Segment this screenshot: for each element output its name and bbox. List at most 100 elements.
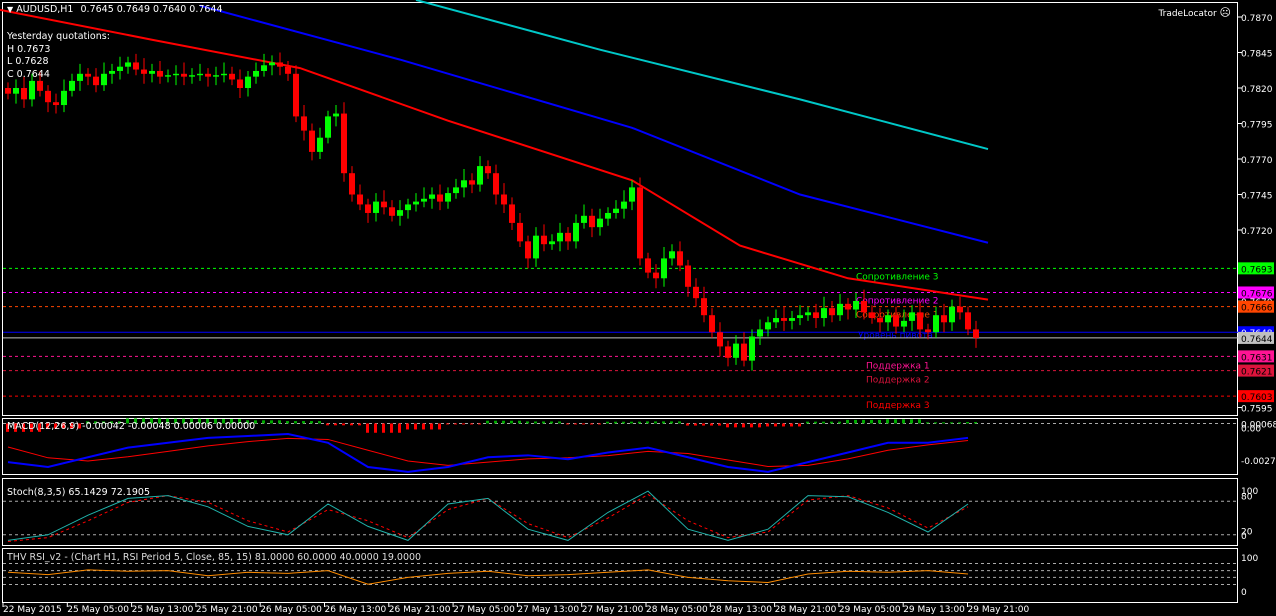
candle-body bbox=[925, 329, 931, 333]
candle-body bbox=[853, 301, 859, 310]
candle bbox=[357, 184, 363, 211]
price-tick-label: 0.7720 bbox=[1241, 227, 1273, 237]
candle bbox=[173, 65, 179, 86]
axis-tick-label: -0.00272 bbox=[1241, 457, 1276, 467]
candle bbox=[397, 200, 403, 226]
candle-body bbox=[357, 194, 363, 205]
macd-histogram-bar bbox=[974, 422, 977, 424]
price-chart[interactable]: Сопротивление 3Сопротивление 2Сопротивле… bbox=[0, 0, 1276, 616]
time-tick-label: 29 May 21:00 bbox=[968, 605, 1030, 615]
candle-body bbox=[141, 69, 147, 74]
macd-histogram-bar bbox=[590, 423, 593, 425]
candle bbox=[21, 76, 27, 108]
candle-body bbox=[37, 80, 43, 91]
macd-histogram-bar bbox=[470, 423, 473, 425]
macd-signal-line bbox=[7, 437, 969, 467]
yesterday-quotations: Yesterday quotations: H 0.7673 L 0.7628 … bbox=[7, 31, 110, 81]
tradelocator-badge[interactable]: TradeLocator ☹ bbox=[1158, 6, 1231, 19]
candle-body bbox=[725, 346, 731, 358]
candle-body bbox=[885, 315, 891, 323]
candle-body bbox=[381, 201, 387, 208]
candle-body bbox=[741, 343, 747, 361]
macd-histogram-bar bbox=[358, 423, 361, 426]
candle-body bbox=[261, 65, 267, 71]
candle bbox=[197, 63, 203, 81]
macd-histogram-bar bbox=[350, 423, 353, 426]
macd-histogram-bar bbox=[934, 422, 937, 424]
time-tick-label: 26 May 21:00 bbox=[389, 605, 451, 615]
candle-body bbox=[301, 116, 307, 131]
axis-tick-label: 100 bbox=[1241, 554, 1258, 564]
candle bbox=[269, 55, 275, 76]
time-tick-label: 25 May 21:00 bbox=[196, 605, 258, 615]
macd-histogram-bar bbox=[598, 423, 601, 425]
candle bbox=[45, 85, 51, 113]
candle-body bbox=[637, 187, 643, 259]
time-tick-label: 26 May 13:00 bbox=[325, 605, 387, 615]
candle bbox=[245, 70, 251, 97]
macd-histogram-bar bbox=[438, 423, 441, 430]
macd-histogram-bar bbox=[558, 421, 561, 424]
macd-histogram-bar bbox=[886, 419, 889, 424]
macd-histogram-bar bbox=[926, 422, 929, 424]
time-tick-label: 28 May 13:00 bbox=[710, 605, 772, 615]
candle-body bbox=[293, 73, 299, 117]
candle-body bbox=[61, 90, 67, 106]
chart-menu-triangle-icon[interactable]: ▼ bbox=[7, 5, 13, 14]
candle bbox=[221, 62, 227, 83]
candle bbox=[117, 56, 123, 80]
candle-body bbox=[493, 173, 499, 195]
candle-body bbox=[221, 73, 227, 76]
macd-histogram-bar bbox=[950, 422, 953, 424]
chart-header[interactable]: ▼ AUDUSD,H1 0.7645 0.7649 0.7640 0.7644 bbox=[7, 4, 223, 15]
macd-histogram-bar bbox=[574, 423, 577, 425]
macd-histogram-bar bbox=[846, 419, 849, 424]
candle-body bbox=[477, 166, 483, 185]
candles bbox=[5, 52, 979, 371]
candle-body bbox=[861, 301, 867, 313]
macd-histogram-bar bbox=[550, 421, 553, 424]
macd-histogram-bar bbox=[966, 422, 969, 424]
candle-body bbox=[245, 76, 251, 88]
candle-body bbox=[573, 222, 579, 242]
candle bbox=[693, 278, 699, 307]
candle-body bbox=[517, 222, 523, 242]
candle-body bbox=[733, 343, 739, 358]
macd-histogram-bar bbox=[422, 423, 425, 430]
macd-histogram-bar bbox=[486, 420, 489, 424]
candle-body bbox=[333, 113, 339, 117]
candle bbox=[829, 301, 835, 323]
candle-body bbox=[29, 80, 35, 100]
candle-body bbox=[677, 251, 683, 266]
candle-body bbox=[789, 318, 795, 321]
price-tag-label: 0.7631 bbox=[1241, 353, 1273, 363]
macd-histogram-bar bbox=[462, 423, 465, 425]
candle bbox=[573, 214, 579, 249]
candle bbox=[669, 244, 675, 266]
candle bbox=[845, 298, 851, 320]
candle-body bbox=[877, 318, 883, 323]
candle-body bbox=[645, 258, 651, 273]
candle bbox=[813, 303, 819, 328]
candle bbox=[277, 52, 283, 76]
candle-body bbox=[933, 315, 939, 333]
candle-body bbox=[157, 70, 163, 77]
macd-histogram-bar bbox=[742, 423, 745, 428]
macd-histogram-bar bbox=[918, 419, 921, 424]
symbol-label: AUDUSD,H1 bbox=[16, 4, 74, 15]
candle bbox=[141, 58, 147, 84]
candle-body bbox=[509, 204, 515, 223]
price-tick-label: 0.7745 bbox=[1241, 192, 1273, 202]
candle-body bbox=[813, 312, 819, 319]
candle-body bbox=[117, 66, 123, 71]
candle bbox=[605, 207, 611, 226]
candle-body bbox=[317, 137, 323, 152]
candle bbox=[645, 252, 651, 279]
candle-body bbox=[541, 235, 547, 245]
macd-histogram-bar bbox=[582, 423, 585, 425]
time-tick-label: 25 May 05:00 bbox=[67, 605, 129, 615]
price-tag-label: 0.7676 bbox=[1241, 289, 1273, 299]
macd-histogram-bar bbox=[478, 423, 481, 425]
macd-histogram-bar bbox=[406, 423, 409, 430]
candle-body bbox=[501, 194, 507, 205]
